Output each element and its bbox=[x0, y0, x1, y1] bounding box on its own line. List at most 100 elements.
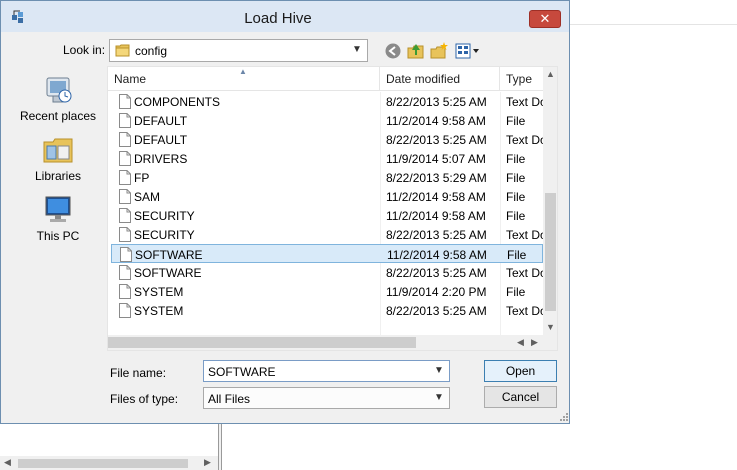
file-name: DEFAULT bbox=[134, 133, 188, 147]
look-in-dropdown[interactable]: config ▼ bbox=[109, 39, 368, 62]
file-row[interactable]: FP 8/22/2013 5:29 AM File bbox=[111, 168, 543, 187]
cancel-button[interactable]: Cancel bbox=[484, 386, 557, 408]
place-this-pc[interactable]: This PC bbox=[16, 194, 100, 250]
file-name: DRIVERS bbox=[134, 152, 188, 166]
file-name: SAM bbox=[134, 190, 161, 204]
scroll-right-arrow-icon[interactable]: ▶ bbox=[204, 457, 211, 468]
file-type: File bbox=[507, 248, 527, 262]
file-type-dropdown[interactable]: All Files ▼ bbox=[203, 387, 450, 409]
file-date-modified: 11/2/2014 9:58 AM bbox=[387, 248, 487, 262]
file-name: SOFTWARE bbox=[134, 266, 202, 280]
scrollbar-corner bbox=[543, 335, 557, 350]
file-row[interactable]: SECURITY 11/2/2014 9:58 AM File bbox=[111, 206, 543, 225]
vertical-scroll-thumb[interactable] bbox=[545, 193, 556, 311]
place-recent-places[interactable]: Recent places bbox=[16, 74, 100, 130]
file-type-label: Files of type: bbox=[110, 392, 179, 406]
chevron-down-icon[interactable]: ▼ bbox=[433, 391, 445, 405]
file-icon bbox=[119, 94, 131, 109]
file-date-modified: 11/9/2014 5:07 AM bbox=[386, 152, 486, 166]
file-icon bbox=[119, 132, 131, 147]
file-icon bbox=[120, 247, 132, 262]
file-type: File bbox=[506, 171, 526, 185]
scroll-left-arrow-icon[interactable]: ◀ bbox=[4, 457, 11, 468]
file-icon bbox=[119, 189, 131, 204]
libraries-icon bbox=[43, 138, 73, 163]
close-icon: ✕ bbox=[539, 11, 551, 26]
place-label: This PC bbox=[36, 229, 80, 243]
file-row[interactable]: DRIVERS 11/9/2014 5:07 AM File bbox=[111, 149, 543, 168]
file-name: FP bbox=[134, 171, 150, 185]
recent-places-icon bbox=[46, 77, 72, 103]
file-row[interactable]: SOFTWARE 11/2/2014 9:58 AM File bbox=[111, 244, 543, 263]
file-type: File bbox=[506, 190, 526, 204]
file-name: SECURITY bbox=[134, 209, 195, 223]
background-scroll-thumb[interactable] bbox=[18, 459, 188, 468]
new-folder-icon[interactable] bbox=[429, 41, 449, 61]
scroll-left-arrow-icon[interactable]: ◀ bbox=[517, 337, 524, 348]
view-menu-icon[interactable] bbox=[454, 41, 480, 61]
file-row[interactable]: SYSTEM 11/9/2014 2:20 PM File bbox=[111, 282, 543, 301]
file-row[interactable]: SOFTWARE 8/22/2013 5:25 AM Text Do bbox=[111, 263, 543, 282]
file-date-modified: 8/22/2013 5:29 AM bbox=[386, 171, 487, 185]
file-date-modified: 8/22/2013 5:25 AM bbox=[386, 228, 487, 242]
file-icon bbox=[119, 284, 131, 299]
file-name-value[interactable]: SOFTWARE bbox=[208, 365, 276, 379]
file-type-value: All Files bbox=[208, 392, 251, 406]
file-type: Text Do bbox=[506, 228, 543, 242]
file-list[interactable]: Name ▲ Date modified Type COMPONENTS 8/22… bbox=[107, 66, 558, 351]
file-row[interactable]: SAM 11/2/2014 9:58 AM File bbox=[111, 187, 543, 206]
background-divider-line bbox=[570, 24, 737, 25]
chevron-down-icon[interactable]: ▼ bbox=[351, 43, 363, 57]
scroll-right-arrow-icon[interactable]: ▶ bbox=[531, 337, 538, 348]
dialog-title: Load Hive bbox=[244, 10, 312, 27]
file-row[interactable]: DEFAULT 8/22/2013 5:25 AM Text Do bbox=[111, 130, 543, 149]
look-in-value: config bbox=[135, 44, 168, 58]
scroll-up-arrow-icon[interactable]: ▲ bbox=[546, 69, 555, 79]
close-button[interactable]: ✕ bbox=[529, 10, 561, 28]
file-icon bbox=[119, 227, 131, 242]
background-horizontal-scrollbar[interactable]: ◀ ▶ bbox=[0, 456, 218, 470]
file-type: Text Do bbox=[506, 95, 543, 109]
vertical-scrollbar[interactable]: ▲ ▼ bbox=[543, 67, 557, 335]
look-in-label: Look in: bbox=[63, 43, 106, 57]
file-name: SYSTEM bbox=[134, 304, 184, 318]
file-icon bbox=[119, 265, 131, 280]
file-row[interactable]: SYSTEM 8/22/2013 5:25 AM Text Do bbox=[111, 301, 543, 320]
title-bar[interactable]: Load Hive ✕ bbox=[1, 1, 569, 32]
file-date-modified: 11/2/2014 9:58 AM bbox=[386, 114, 486, 128]
horizontal-scroll-thumb[interactable] bbox=[108, 337, 416, 348]
place-libraries[interactable]: Libraries bbox=[16, 134, 100, 190]
file-row[interactable]: COMPONENTS 8/22/2013 5:25 AM Text Do bbox=[111, 92, 543, 111]
file-name: SOFTWARE bbox=[135, 248, 203, 262]
file-date-modified: 8/22/2013 5:25 AM bbox=[386, 95, 487, 109]
file-type: File bbox=[506, 209, 526, 223]
open-button[interactable]: Open bbox=[484, 360, 557, 382]
column-header-date-modified[interactable]: Date modified bbox=[380, 67, 500, 91]
horizontal-scrollbar[interactable]: ◀ ▶ bbox=[108, 335, 543, 350]
column-header-type[interactable]: Type bbox=[500, 67, 543, 91]
column-headers: Name ▲ Date modified Type bbox=[108, 67, 543, 91]
file-type: Text Do bbox=[506, 133, 543, 147]
file-date-modified: 11/2/2014 9:58 AM bbox=[386, 209, 486, 223]
back-arrow-icon[interactable] bbox=[383, 41, 403, 61]
background-pane-splitter[interactable] bbox=[218, 424, 222, 470]
file-type: File bbox=[506, 285, 526, 299]
dialog-body: Look in: config ▼ Recent places Librarie… bbox=[8, 32, 562, 417]
file-name-input[interactable]: SOFTWARE ▼ bbox=[203, 360, 450, 382]
file-icon bbox=[119, 113, 131, 128]
file-name: DEFAULT bbox=[134, 114, 188, 128]
place-label: Libraries bbox=[34, 169, 82, 183]
up-folder-icon[interactable] bbox=[406, 41, 426, 61]
file-row[interactable]: DEFAULT 11/2/2014 9:58 AM File bbox=[111, 111, 543, 130]
file-row[interactable]: SECURITY 8/22/2013 5:25 AM Text Do bbox=[111, 225, 543, 244]
resize-grip-icon[interactable] bbox=[559, 412, 569, 422]
file-type: Text Do bbox=[506, 266, 543, 280]
sort-ascending-icon: ▲ bbox=[239, 67, 247, 76]
scroll-down-arrow-icon[interactable]: ▼ bbox=[546, 322, 555, 332]
chevron-down-icon[interactable]: ▼ bbox=[433, 364, 445, 378]
file-date-modified: 8/22/2013 5:25 AM bbox=[386, 266, 487, 280]
file-name: COMPONENTS bbox=[134, 95, 221, 109]
file-name-label: File name: bbox=[110, 366, 167, 380]
folder-icon bbox=[115, 44, 130, 57]
file-date-modified: 11/2/2014 9:58 AM bbox=[386, 190, 486, 204]
